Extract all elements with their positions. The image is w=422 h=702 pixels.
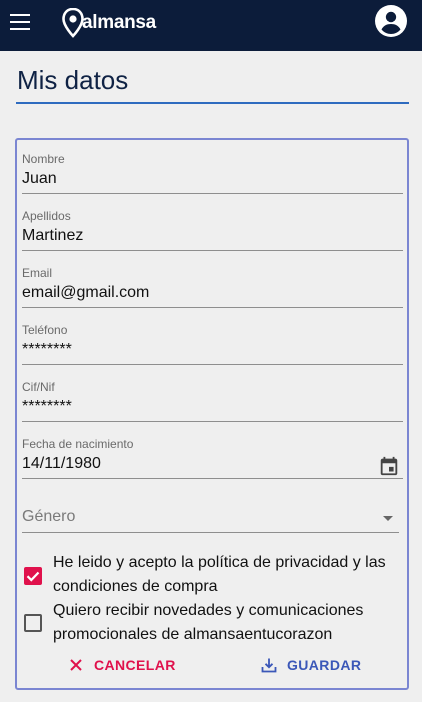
newsletter-label: Quiero recibir novedades y comunicacione…	[53, 602, 364, 643]
newsletter-consent: Quiero recibir novedades y comunicacione…	[22, 599, 402, 647]
genero-placeholder: Género	[22, 508, 76, 525]
privacy-consent: He leido y acepto la política de privaci…	[22, 551, 402, 599]
field-apellidos: Apellidos Martinez	[22, 209, 404, 251]
menu-icon[interactable]	[10, 14, 30, 30]
page-title: Mis datos	[17, 65, 129, 95]
genero-select[interactable]: Género	[22, 503, 399, 533]
field-cif-nif: Cif/Nif ********	[22, 380, 404, 422]
privacy-checkbox[interactable]	[24, 567, 42, 585]
download-icon	[261, 658, 277, 673]
privacy-label: He leido y acepto la política de privaci…	[53, 554, 386, 595]
cif-nif-input[interactable]: ********	[22, 398, 403, 422]
logo-text: almansa	[82, 12, 156, 33]
field-label: Teléfono	[22, 323, 68, 337]
field-label: Apellidos	[22, 209, 71, 223]
account-circle-icon[interactable]	[375, 5, 407, 37]
field-label: Cif/Nif	[22, 380, 55, 394]
field-email: Email email@gmail.com	[22, 266, 404, 308]
save-button[interactable]: GUARDAR	[261, 653, 361, 677]
close-icon	[70, 659, 82, 671]
title-divider	[16, 102, 409, 104]
field-nombre: Nombre Juan	[22, 152, 404, 194]
calendar-icon[interactable]	[378, 455, 400, 477]
email-input[interactable]: email@gmail.com	[22, 284, 403, 308]
field-fecha-nacimiento: Fecha de nacimiento 14/11/1980	[22, 437, 404, 479]
newsletter-checkbox[interactable]	[24, 614, 42, 632]
field-label: Email	[22, 266, 53, 280]
cancel-button[interactable]: CANCELAR	[68, 653, 176, 677]
checkmark-icon	[26, 571, 40, 582]
chevron-down-icon	[383, 516, 393, 521]
profile-form: Nombre Juan Apellidos Martinez Email ema…	[15, 138, 409, 690]
almansa-logo[interactable]: almansa	[62, 6, 156, 40]
nombre-input[interactable]: Juan	[22, 170, 403, 194]
field-label: Nombre	[22, 152, 65, 166]
save-label: GUARDAR	[287, 657, 362, 673]
apellidos-input[interactable]: Martinez	[22, 227, 403, 251]
top-app-bar: almansa	[0, 0, 422, 51]
telefono-input[interactable]: ********	[22, 341, 403, 365]
fecha-nacimiento-input[interactable]: 14/11/1980	[22, 455, 403, 479]
field-telefono: Teléfono ********	[22, 323, 404, 365]
location-pin-icon	[62, 8, 84, 38]
cancel-label: CANCELAR	[94, 657, 176, 673]
field-label: Fecha de nacimiento	[22, 437, 134, 451]
